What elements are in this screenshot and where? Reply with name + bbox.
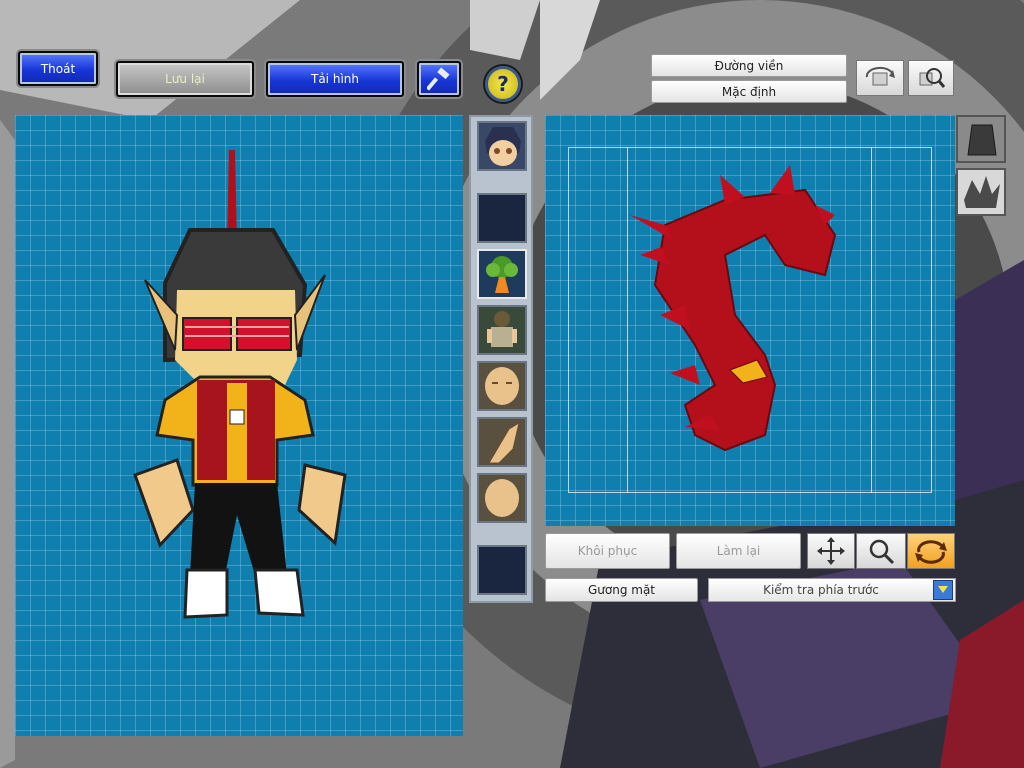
part-slot-empty[interactable] <box>477 193 527 243</box>
character-preview-panel <box>15 115 463 736</box>
hammer-icon <box>427 67 450 91</box>
rotate-view-button[interactable] <box>856 60 904 96</box>
part-slot-face-blank[interactable] <box>477 473 527 523</box>
parts-strip <box>469 115 533 603</box>
side-part-button[interactable] <box>956 168 1006 216</box>
move-arrows-icon <box>817 537 845 565</box>
zoom-tool-button[interactable] <box>856 533 906 569</box>
outline-button[interactable]: Đường viền <box>651 54 847 77</box>
body-outfit-icon <box>487 311 517 347</box>
rotate-arrows-icon <box>915 540 947 564</box>
part-slot-outfit[interactable] <box>477 305 527 355</box>
character-model <box>133 150 347 619</box>
exit-button[interactable]: Thoát <box>18 51 98 86</box>
part-slot-face-portrait[interactable] <box>477 121 527 171</box>
redo-button[interactable]: Làm lại <box>676 533 801 569</box>
view-check-select-value: Kiểm tra phía trước <box>763 583 879 597</box>
view-check-select[interactable]: Kiểm tra phía trước <box>708 578 956 602</box>
zoom-view-button[interactable] <box>908 60 954 96</box>
reload-image-button[interactable]: Tải hình <box>266 61 404 97</box>
rotate-tool-button[interactable] <box>907 533 955 569</box>
tool-button[interactable] <box>417 61 461 97</box>
spiky-hair-icon <box>964 176 1000 208</box>
zoom-object-icon <box>919 68 946 88</box>
part-editor-panel <box>545 115 955 526</box>
default-button[interactable]: Mặc định <box>651 80 847 103</box>
part-slot-empty[interactable] <box>477 545 527 595</box>
move-tool-button[interactable] <box>807 533 855 569</box>
magnifier-icon <box>869 539 895 565</box>
face-shape-icon <box>485 367 519 405</box>
part-slot-hair[interactable] <box>477 249 527 299</box>
hair-tree-icon <box>486 256 518 293</box>
help-button[interactable]: ? <box>485 66 521 102</box>
side-part-button[interactable] <box>956 115 1006 163</box>
part-slot-face-shape[interactable] <box>477 361 527 411</box>
mirror-face-button[interactable]: Gương mặt <box>545 578 698 602</box>
face-blank-icon <box>485 479 519 517</box>
head-shape-icon <box>967 124 997 156</box>
ear-icon <box>488 421 520 464</box>
save-button[interactable]: Lưu lại <box>116 61 254 97</box>
help-icon: ? <box>497 72 509 96</box>
chevron-down-icon[interactable] <box>933 580 953 600</box>
restore-button[interactable]: Khôi phục <box>545 533 670 569</box>
rotate-object-icon <box>865 66 895 86</box>
part-slot-ear[interactable] <box>477 417 527 467</box>
hair-part-model <box>630 165 837 452</box>
face-portrait-icon <box>485 127 521 166</box>
